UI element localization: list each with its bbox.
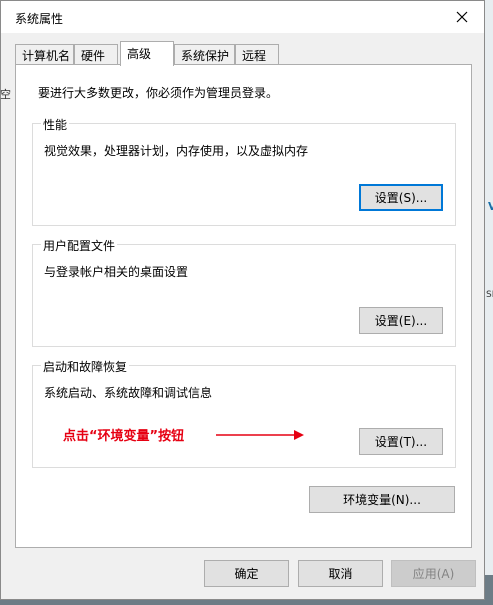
background-fragment-v: V xyxy=(488,200,493,213)
cancel-button[interactable]: 取消 xyxy=(298,560,383,587)
performance-group-title: 性能 xyxy=(41,116,70,133)
system-properties-dialog: 系统属性 空 计算机名 硬件 高级 系统保护 远程 要进行大多数更改，你必须作为… xyxy=(0,0,485,600)
title-bar: 系统属性 xyxy=(1,1,484,33)
admin-notice: 要进行大多数更改，你必须作为管理员登录。 xyxy=(38,86,279,100)
performance-description: 视觉效果，处理器计划，内存使用，以及虚拟内存 xyxy=(44,144,309,158)
tab-system-protection[interactable]: 系统保护 xyxy=(174,44,235,65)
tab-hardware[interactable]: 硬件 xyxy=(74,44,118,65)
performance-group: 性能 视觉效果，处理器计划，内存使用，以及虚拟内存 设置(S)... xyxy=(32,116,456,226)
startup-recovery-settings-button[interactable]: 设置(T)... xyxy=(359,428,443,455)
user-profiles-description: 与登录帐户相关的桌面设置 xyxy=(44,265,189,279)
user-profiles-group-title: 用户配置文件 xyxy=(41,237,118,254)
tab-advanced[interactable]: 高级 xyxy=(120,41,174,66)
advanced-tab-panel: 要进行大多数更改，你必须作为管理员登录。 性能 视觉效果，处理器计划，内存使用，… xyxy=(15,64,472,548)
window-title: 系统属性 xyxy=(15,12,64,26)
startup-recovery-group-title: 启动和故障恢复 xyxy=(41,358,130,375)
close-icon xyxy=(456,11,468,23)
background-fragment-left: 空 xyxy=(0,88,11,101)
ok-button[interactable]: 确定 xyxy=(204,560,289,587)
annotation-text: 点击“环境变量”按钮 xyxy=(63,429,185,444)
tab-remote[interactable]: 远程 xyxy=(235,44,279,65)
apply-button[interactable]: 应用(A) xyxy=(391,560,476,587)
startup-recovery-description: 系统启动、系统故障和调试信息 xyxy=(44,386,213,400)
close-button[interactable] xyxy=(440,1,484,33)
performance-settings-button[interactable]: 设置(S)... xyxy=(359,184,443,211)
annotation-arrow-icon xyxy=(216,430,304,440)
startup-recovery-group: 启动和故障恢复 系统启动、系统故障和调试信息 设置(T)... xyxy=(32,358,456,468)
background-fragment-sh: SH xyxy=(486,290,493,300)
tab-computer-name[interactable]: 计算机名 xyxy=(15,44,74,65)
user-profiles-group: 用户配置文件 与登录帐户相关的桌面设置 设置(E)... xyxy=(32,237,456,347)
environment-variables-button[interactable]: 环境变量(N)... xyxy=(309,486,455,513)
user-profiles-settings-button[interactable]: 设置(E)... xyxy=(359,307,443,334)
